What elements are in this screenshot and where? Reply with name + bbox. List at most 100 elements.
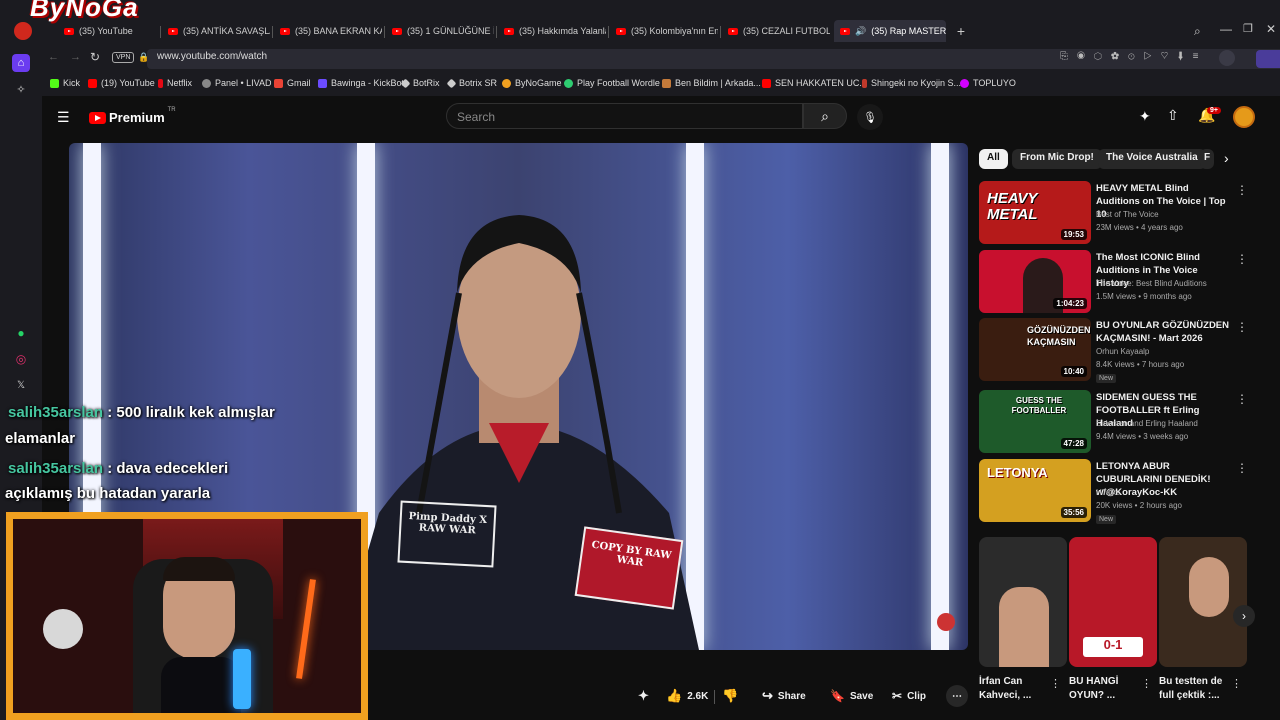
upload-icon[interactable]: ⇧: [1167, 107, 1179, 124]
new-tab-button[interactable]: +: [954, 23, 968, 39]
pin-icon[interactable]: ✧: [12, 80, 30, 98]
url-field[interactable]: www.youtube.com/watch: [157, 51, 267, 62]
bookmark-item[interactable]: Ben Bildim | Arkada...: [662, 78, 761, 88]
forward-icon[interactable]: →: [70, 51, 81, 63]
recommendation-item[interactable]: GÖZÜNÜZDEN KAÇMASIN 10:40 BU OYUNLAR GÖZÜ…: [979, 318, 1269, 383]
tab-7[interactable]: (35) CEZALI FUTBOL CHAL: [722, 20, 830, 42]
vpn-badge[interactable]: VPN: [112, 52, 135, 63]
search-button[interactable]: ⌕: [803, 103, 847, 129]
chat-message: salih35arslan : 500 liralık kek almışlar: [8, 404, 275, 421]
short-title[interactable]: İrfan Can Kahveci, ...: [979, 675, 1053, 703]
bookmark-item[interactable]: Shingeki no Kyojin S...: [862, 78, 961, 88]
voice-search-button[interactable]: 🎙: [857, 104, 883, 130]
bookmark-item[interactable]: Bawinga - KickBot: [318, 78, 404, 88]
more-options-icon[interactable]: ⋮: [1050, 677, 1061, 690]
share-button[interactable]: ↪ Share: [762, 684, 806, 708]
bookmark-item[interactable]: ByNoGame: [502, 78, 562, 88]
bookmark-item[interactable]: Panel • LIVAD: [202, 78, 272, 88]
ai-button[interactable]: [1256, 50, 1280, 68]
more-options-icon[interactable]: ⋮: [1231, 677, 1242, 690]
short-thumbnail[interactable]: 0-1: [1069, 537, 1157, 667]
tab-4[interactable]: (35) 1 GÜNLÜĞÜNE İNTER: [386, 20, 494, 42]
video-thumbnail[interactable]: HEAVY METAL 19:53: [979, 181, 1091, 244]
recommendation-item[interactable]: GUESS THE FOOTBALLER 47:28 SIDEMEN GUESS …: [979, 390, 1269, 454]
video-thumbnail[interactable]: GUESS THE FOOTBALLER 47:28: [979, 390, 1091, 453]
close-window-icon[interactable]: ✕: [1266, 22, 1276, 36]
more-actions-button[interactable]: ⋯: [946, 685, 968, 707]
restore-icon[interactable]: ❐: [1243, 22, 1253, 35]
browser-menu-icon[interactable]: [14, 22, 32, 40]
bookmark-item[interactable]: Play Football Wordle: [564, 78, 660, 88]
video-title[interactable]: BU OYUNLAR GÖZÜNÜZDEN KAÇMASIN! - Mart 2…: [1096, 319, 1231, 345]
whatsapp-icon[interactable]: ●: [12, 324, 30, 342]
channel-name[interactable]: HTalks: [1096, 488, 1120, 497]
chevron-right-icon[interactable]: ›: [1224, 150, 1229, 166]
search-input[interactable]: Search: [446, 103, 803, 129]
toolbar-icons[interactable]: ⎘◉⬡✿⊙▷♡⬇≡: [1060, 51, 1207, 62]
chat-message: salih35arslan : dava edecekleri: [8, 460, 228, 477]
channel-watermark-icon[interactable]: [937, 613, 955, 631]
short-thumbnail[interactable]: [1159, 537, 1247, 667]
bookmark-item[interactable]: (19) YouTube: [88, 78, 155, 88]
like-button[interactable]: 👍 2.6K: [666, 684, 708, 708]
microphone-icon: 🎙: [863, 111, 877, 124]
tab-3[interactable]: (35) BANA EKRAN KARTI A: [274, 20, 382, 42]
speaker-icon[interactable]: 🔊: [855, 26, 866, 37]
bookmark-item[interactable]: TOPLUYO: [960, 78, 1016, 88]
bookmark-item[interactable]: Botrix SR: [446, 78, 497, 88]
profile-icon[interactable]: [1219, 50, 1235, 66]
tab-2[interactable]: (35) ANTİKA SAVAŞLARI !: [162, 20, 270, 42]
minimize-icon[interactable]: —: [1220, 22, 1232, 36]
bookmark-item[interactable]: Gmail: [274, 78, 311, 88]
more-options-icon[interactable]: ⋮: [1236, 461, 1248, 475]
save-button[interactable]: 🔖 Save: [830, 684, 873, 708]
more-options-icon[interactable]: ⋮: [1236, 320, 1248, 334]
more-options-icon[interactable]: ⋮: [1236, 183, 1248, 197]
more-options-icon[interactable]: ⋮: [1236, 392, 1248, 406]
dislike-button[interactable]: 👎: [722, 684, 738, 708]
avatar[interactable]: [1233, 106, 1255, 128]
create-icon[interactable]: ✦: [1139, 108, 1151, 125]
region-code: TR: [167, 107, 176, 113]
search-tabs-icon[interactable]: ⌕: [1194, 24, 1201, 39]
x-twitter-icon[interactable]: 𝕏: [12, 376, 30, 394]
bookmark-item[interactable]: Netflix: [158, 78, 192, 88]
video-thumbnail[interactable]: 1:04:23: [979, 250, 1091, 313]
ask-ai-button[interactable]: ✦: [638, 684, 649, 708]
chip-the-voice-australia[interactable]: The Voice Australia: [1098, 149, 1206, 169]
hamburger-menu-icon[interactable]: ☰: [57, 109, 70, 126]
instagram-icon[interactable]: ◎: [12, 350, 30, 368]
bookmark-item[interactable]: BotRix: [400, 78, 440, 88]
reload-icon[interactable]: ↻: [90, 50, 100, 64]
more-options-icon[interactable]: ⋮: [1141, 677, 1152, 690]
short-title[interactable]: Bu testten de full çektik :...: [1159, 675, 1233, 703]
more-options-icon[interactable]: ⋮: [1236, 252, 1248, 266]
channel-name[interactable]: Orhun Kayaalp: [1096, 347, 1149, 356]
bookmark-item[interactable]: Kick: [50, 78, 80, 88]
video-thumbnail[interactable]: GÖZÜNÜZDEN KAÇMASIN 10:40: [979, 318, 1091, 381]
short-title[interactable]: BU HANGİ OYUN? ...: [1069, 675, 1143, 703]
home-icon[interactable]: ⌂: [12, 54, 30, 72]
chip-all[interactable]: All: [979, 149, 1008, 169]
video-meta: 20K views • 2 hours ago: [1096, 501, 1182, 510]
chip-from-mic-drop[interactable]: From Mic Drop!: [1012, 149, 1102, 169]
clip-button[interactable]: ✂ Clip: [892, 684, 926, 708]
thumbnail-text: GÖZÜNÜZDEN KAÇMASIN: [1027, 325, 1091, 347]
video-thumbnail[interactable]: LETONYA 35:56: [979, 459, 1091, 522]
back-icon[interactable]: ←: [48, 51, 59, 63]
tab-1[interactable]: (35) YouTube: [58, 20, 158, 42]
recommendation-item[interactable]: LETONYA 35:56 LETONYA ABUR CUBURLARINI DE…: [979, 459, 1269, 524]
short-thumbnail[interactable]: [979, 537, 1067, 667]
tab-5[interactable]: (35) Hakkımda Yalanlar / K: [498, 20, 606, 42]
chip-partial[interactable]: F: [1200, 149, 1214, 169]
channel-name[interactable]: The Voice: Best Blind Auditions: [1096, 279, 1207, 288]
tab-8-active[interactable]: 🔊 (35) Rap MASTERS W: [834, 20, 946, 42]
channel-name[interactable]: Best of The Voice: [1096, 210, 1159, 219]
bookmark-item[interactable]: SEN HAKKATEN UC...: [762, 78, 867, 88]
recommendation-item[interactable]: 1:04:23 The Most ICONIC Blind Auditions …: [979, 250, 1269, 314]
recommendation-item[interactable]: HEAVY METAL 19:53 HEAVY METAL Blind Audit…: [979, 181, 1269, 245]
youtube-logo[interactable]: Premium TR: [89, 107, 176, 125]
tab-6[interactable]: (35) Kolombiya'nın En Teh: [610, 20, 718, 42]
channel-name[interactable]: Sidemen and Erling Haaland: [1096, 419, 1198, 428]
shorts-next-icon[interactable]: ›: [1233, 605, 1255, 627]
